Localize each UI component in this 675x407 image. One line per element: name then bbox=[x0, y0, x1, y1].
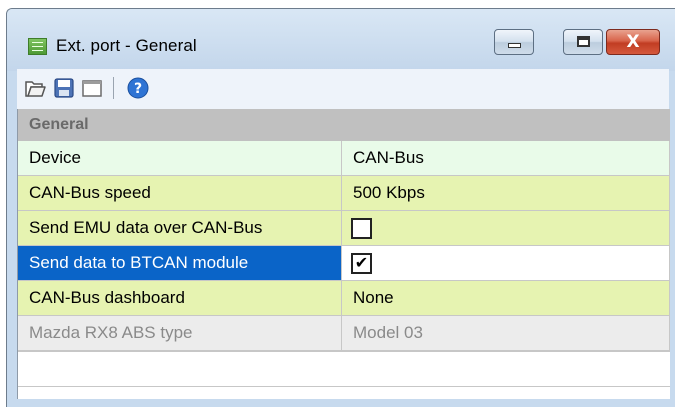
window-icon bbox=[82, 80, 102, 97]
property-row-canbus-dashboard[interactable]: CAN-Bus dashboard None bbox=[18, 281, 670, 316]
svg-text:?: ? bbox=[134, 81, 142, 97]
open-folder-icon bbox=[25, 81, 46, 97]
maximize-button[interactable] bbox=[563, 29, 603, 55]
save-button[interactable] bbox=[53, 77, 75, 99]
send-btcan-checkbox[interactable]: ✔ bbox=[351, 253, 372, 274]
property-row-canbus-speed[interactable]: CAN-Bus speed 500 Kbps bbox=[18, 176, 670, 211]
divider bbox=[18, 386, 670, 387]
title-bar[interactable]: Ext. port - General X bbox=[7, 9, 675, 71]
divider bbox=[18, 351, 670, 352]
description-area bbox=[18, 351, 670, 399]
property-row-mazda-abs: Mazda RX8 ABS type Model 03 bbox=[18, 316, 670, 351]
property-value[interactable]: CAN-Bus bbox=[342, 141, 670, 176]
checkmark-icon: ✔ bbox=[354, 253, 369, 272]
property-value: Model 03 bbox=[342, 316, 670, 351]
property-row-device[interactable]: Device CAN-Bus bbox=[18, 141, 670, 176]
send-emu-data-checkbox[interactable] bbox=[351, 218, 372, 239]
property-name: Device bbox=[18, 141, 342, 176]
property-row-send-emu-data[interactable]: Send EMU data over CAN-Bus bbox=[18, 211, 670, 246]
property-value[interactable]: 500 Kbps bbox=[342, 176, 670, 211]
property-name: CAN-Bus dashboard bbox=[18, 281, 342, 316]
property-grid: General Device CAN-Bus CAN-Bus speed 500… bbox=[17, 109, 670, 399]
close-icon: X bbox=[626, 32, 640, 52]
category-header[interactable]: General bbox=[18, 109, 670, 141]
toolbar-separator bbox=[113, 77, 114, 99]
help-button[interactable]: ? bbox=[127, 77, 149, 99]
property-value[interactable]: None bbox=[342, 281, 670, 316]
property-name: CAN-Bus speed bbox=[18, 176, 342, 211]
property-name: Send data to BTCAN module bbox=[18, 246, 342, 281]
close-button[interactable]: X bbox=[606, 29, 660, 55]
maximize-icon bbox=[577, 36, 590, 47]
property-name: Send EMU data over CAN-Bus bbox=[18, 211, 342, 246]
property-name: Mazda RX8 ABS type bbox=[18, 316, 342, 351]
toolbar: ? bbox=[17, 69, 669, 110]
help-icon: ? bbox=[127, 77, 149, 99]
open-button[interactable] bbox=[24, 77, 46, 99]
app-window-icon bbox=[28, 38, 47, 55]
minimize-button[interactable] bbox=[494, 29, 534, 55]
window-button[interactable] bbox=[81, 77, 103, 99]
property-row-send-btcan[interactable]: Send data to BTCAN module ✔ bbox=[18, 246, 670, 281]
minimize-icon bbox=[508, 43, 521, 48]
save-icon bbox=[54, 78, 74, 98]
window-title: Ext. port - General bbox=[56, 36, 197, 55]
property-value[interactable] bbox=[342, 211, 670, 246]
property-value[interactable]: ✔ bbox=[342, 246, 670, 281]
